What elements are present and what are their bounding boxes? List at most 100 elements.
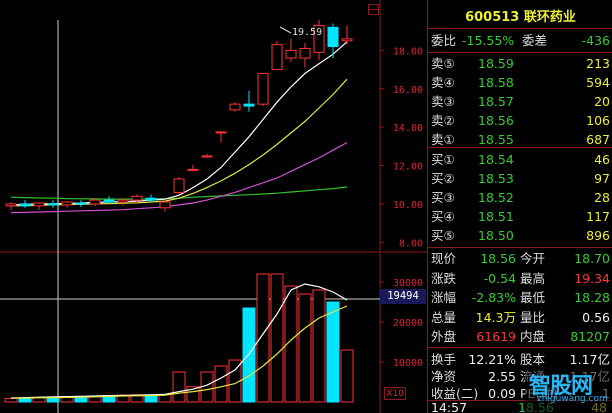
stat-row: 外盘 61619 内盘 81207: [428, 327, 612, 347]
bid-row: 买① 18.54 46: [428, 150, 612, 170]
bid-volume: 28: [594, 190, 610, 205]
price-tick-label: 12.00: [393, 162, 423, 173]
stock-terminal: 18.00 16.00 14.00 12.00 10.00 8.00 30000 20000 1…: [0, 0, 612, 413]
candle-body: [299, 47, 311, 59]
candle-body: [327, 26, 339, 48]
bid-volume: 97: [594, 171, 610, 186]
stat-value: 14.3万: [475, 309, 516, 325]
volume-tick-label: 30000: [393, 278, 423, 289]
candle-body: [243, 103, 255, 107]
stat-label: 最低: [520, 290, 546, 305]
bid-row: 买② 18.53 97: [428, 169, 612, 189]
tick-time: 14:57: [431, 400, 468, 413]
stat-label: 外盘: [431, 329, 457, 344]
bid-label: 买①: [431, 152, 455, 167]
bid-volume: 46: [594, 152, 610, 167]
ratio-label: 委比: [431, 33, 457, 48]
stat-value: 0.56: [582, 309, 610, 325]
candle-body: [131, 195, 143, 201]
bid-price: 18.51: [478, 209, 514, 224]
price-tick-label: 16.00: [393, 85, 423, 96]
bid-label: 买⑤: [431, 228, 455, 243]
price-tick-label: 10.00: [393, 200, 423, 211]
stat-label: 内盘: [520, 329, 546, 344]
ask-label: 卖④: [431, 75, 455, 90]
volume-bar: [214, 365, 228, 403]
ask-volume: 106: [586, 113, 610, 128]
candle-body: [173, 178, 185, 193]
volume-tick-label: 20000: [393, 318, 423, 329]
ask-row: 卖③ 18.57 20: [428, 92, 612, 112]
ask-price: 18.58: [478, 75, 514, 90]
ask-volume: 20: [594, 94, 610, 109]
stat-row: 涨跌 -0.54 最高 19.34: [428, 269, 612, 289]
candle-body: [33, 202, 45, 207]
stat-value: 18.70: [574, 251, 610, 266]
volume-bar: [256, 273, 270, 403]
stat-value: 18.28: [574, 290, 610, 305]
kline-chart[interactable]: 18.00 16.00 14.00 12.00 10.00 8.00 30000 20000 1…: [0, 0, 427, 413]
volume-current-label: 19494: [380, 289, 426, 304]
candle-body: [229, 103, 241, 111]
ask-row: 卖② 18.56 106: [428, 111, 612, 131]
bid-label: 买②: [431, 171, 455, 186]
diff-label: 委差: [522, 33, 548, 48]
bid-volume: 117: [586, 209, 610, 224]
candle-body: [19, 203, 31, 207]
stock-name: 联环药业: [523, 10, 576, 25]
order-ratio-row: 委比 -15.55% 委差 -436: [428, 31, 612, 51]
ask-price: 18.57: [478, 94, 514, 109]
ask-label: 卖③: [431, 94, 455, 109]
candle-body: [89, 199, 101, 205]
candle-body: [47, 203, 59, 206]
watermark-logo: 智股网 zhiguwang.com: [525, 368, 612, 413]
volume-bar: [242, 307, 256, 403]
ask-price: 18.59: [478, 56, 514, 71]
volume-bar: [172, 371, 186, 403]
stat-label: 量比: [520, 309, 546, 325]
stat-row: 涨幅 -2.83% 最低 18.28: [428, 288, 612, 308]
stat-label: 现价: [431, 251, 457, 266]
candle-body: [285, 49, 297, 59]
ask-row: 卖⑤ 18.59 213: [428, 54, 612, 74]
stat-value: 81207: [570, 329, 610, 344]
candle-body: [103, 199, 115, 203]
stat-label: 涨幅: [431, 290, 457, 305]
stock-code: 600513: [465, 10, 520, 25]
candle-body: [159, 201, 171, 209]
stat-row: 现价 18.56 今开 18.70: [428, 249, 612, 269]
volume-bar: [270, 273, 284, 403]
quote-panel: 600513 联环药业 委比 -15.55% 委差 -436 卖⑤ 18.59 21…: [427, 0, 612, 413]
bid-label: 买④: [431, 209, 455, 224]
stat-value: 18.56: [480, 251, 516, 266]
bid-price: 18.50: [478, 228, 514, 243]
volume-unit-button[interactable]: X10: [384, 387, 406, 400]
bid-row: 买③ 18.52 28: [428, 188, 612, 208]
candle-body: [215, 131, 227, 134]
volume-bar: [312, 289, 326, 403]
ask-label: 卖②: [431, 113, 455, 128]
diff-value: -436: [581, 33, 610, 48]
ask-volume: 213: [586, 56, 610, 71]
bid-row: 买⑤ 18.50 896: [428, 226, 612, 246]
stock-title: 600513 联环药业: [428, 6, 612, 25]
volume-bar: [326, 301, 340, 403]
stat-row: 总量 14.3万 量比 0.56: [428, 308, 612, 328]
stat-label: 涨跌: [431, 270, 457, 286]
stat-value: 61619: [476, 329, 516, 344]
watermark-url: zhiguwang.com: [537, 394, 608, 404]
volume-tick-label: 10000: [393, 358, 423, 369]
bid-price: 18.54: [478, 152, 514, 167]
bid-label: 买③: [431, 190, 455, 205]
stat-label: 总量: [431, 309, 457, 325]
stat-value: 19.34: [574, 270, 610, 286]
price-tick-label: 14.00: [393, 123, 423, 134]
candle-body: [187, 168, 199, 171]
minimize-button[interactable]: —: [368, 4, 379, 15]
candle-body: [117, 199, 129, 203]
ratio-value: -15.55%: [462, 33, 515, 48]
stat-label: 最高: [520, 270, 546, 286]
candle-body: [61, 201, 73, 206]
bid-price: 18.52: [478, 190, 514, 205]
ask-price: 18.56: [478, 113, 514, 128]
